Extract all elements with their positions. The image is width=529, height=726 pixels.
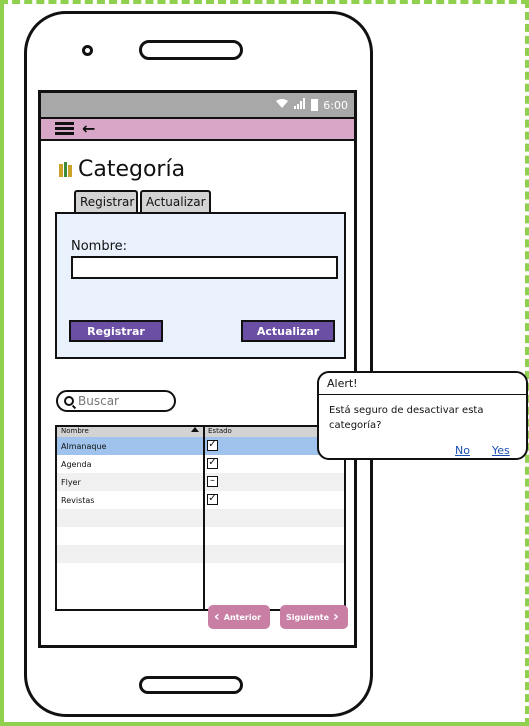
checkbox-indeterminate-icon[interactable]: – — [207, 476, 218, 487]
alert-yes-button[interactable]: Yes — [492, 444, 510, 457]
form-panel: Nombre: Registrar Actualizar — [55, 212, 346, 359]
books-icon — [59, 162, 73, 177]
camera-icon — [82, 45, 93, 56]
next-button-label: Siguiente — [286, 612, 330, 622]
status-icons: 6:00 — [275, 98, 348, 112]
empty-row — [57, 527, 344, 545]
home-button[interactable] — [139, 676, 243, 694]
update-button[interactable]: Actualizar — [241, 320, 335, 342]
back-arrow-icon[interactable]: ← — [82, 119, 95, 138]
search-icon — [64, 396, 74, 406]
empty-row — [57, 509, 344, 527]
checkbox-checked-icon[interactable]: ✓ — [207, 458, 218, 469]
speaker-grille — [139, 40, 243, 60]
battery-icon — [311, 99, 319, 111]
update-button-label: Actualizar — [256, 324, 320, 338]
name-field[interactable] — [71, 256, 338, 279]
alert-no-button[interactable]: No — [455, 444, 470, 457]
table-row[interactable]: Agenda ✓ — [57, 455, 344, 473]
alert-dialog: Alert! Está seguro de desactivar esta ca… — [317, 371, 528, 460]
row-name: Almanaque — [61, 442, 107, 451]
menu-icon[interactable] — [55, 122, 74, 136]
chevron-right-icon: › — [333, 609, 339, 625]
row-name: Flyer — [61, 478, 81, 487]
status-time: 6:00 — [323, 98, 348, 112]
table-header: Nombre Estado — [57, 427, 344, 437]
wifi-icon — [275, 98, 289, 112]
row-name: Agenda — [61, 460, 92, 469]
column-header-nombre[interactable]: Nombre — [61, 427, 89, 435]
category-table: Nombre Estado Almanaque ✓ Agenda ✓ Flyer… — [55, 425, 346, 611]
alert-divider — [319, 394, 526, 395]
column-header-estado[interactable]: Estado — [208, 427, 232, 435]
alert-message: Está seguro de desactivar esta categoría… — [329, 405, 484, 431]
tab-registrar[interactable]: Registrar — [74, 190, 138, 212]
empty-row — [57, 545, 344, 563]
status-bar: 6:00 — [41, 93, 354, 117]
previous-button[interactable]: ‹ Anterior — [208, 605, 270, 629]
search-input[interactable]: Buscar — [56, 390, 176, 412]
page-title-text: Categoría — [78, 157, 186, 182]
tab-actualizar[interactable]: Actualizar — [140, 190, 211, 212]
empty-row — [57, 563, 344, 581]
next-button[interactable]: Siguiente › — [280, 605, 348, 629]
chevron-left-icon: ‹ — [214, 609, 220, 625]
row-name: Revistas — [61, 496, 95, 505]
name-label: Nombre: — [71, 239, 128, 254]
search-placeholder: Buscar — [78, 394, 119, 408]
register-button-label: Registrar — [87, 324, 145, 338]
table-row[interactable]: Flyer – — [57, 473, 344, 491]
page-title: Categoría — [59, 157, 185, 182]
checkbox-checked-icon[interactable]: ✓ — [207, 494, 218, 505]
table-row[interactable]: Revistas ✓ — [57, 491, 344, 509]
phone-screen: 6:00 ← Categoría Registrar Actualizar No… — [38, 90, 357, 648]
signal-icon — [294, 98, 306, 112]
register-button[interactable]: Registrar — [69, 320, 163, 342]
alert-title: Alert! — [327, 377, 358, 390]
tab-registrar-label: Registrar — [80, 195, 135, 209]
tab-actualizar-label: Actualizar — [146, 195, 206, 209]
app-bar: ← — [41, 117, 354, 141]
checkbox-checked-icon[interactable]: ✓ — [207, 440, 218, 451]
table-row[interactable]: Almanaque ✓ — [57, 437, 344, 455]
sort-ascending-icon[interactable] — [191, 427, 199, 432]
column-divider — [203, 427, 205, 609]
previous-button-label: Anterior — [223, 612, 262, 622]
